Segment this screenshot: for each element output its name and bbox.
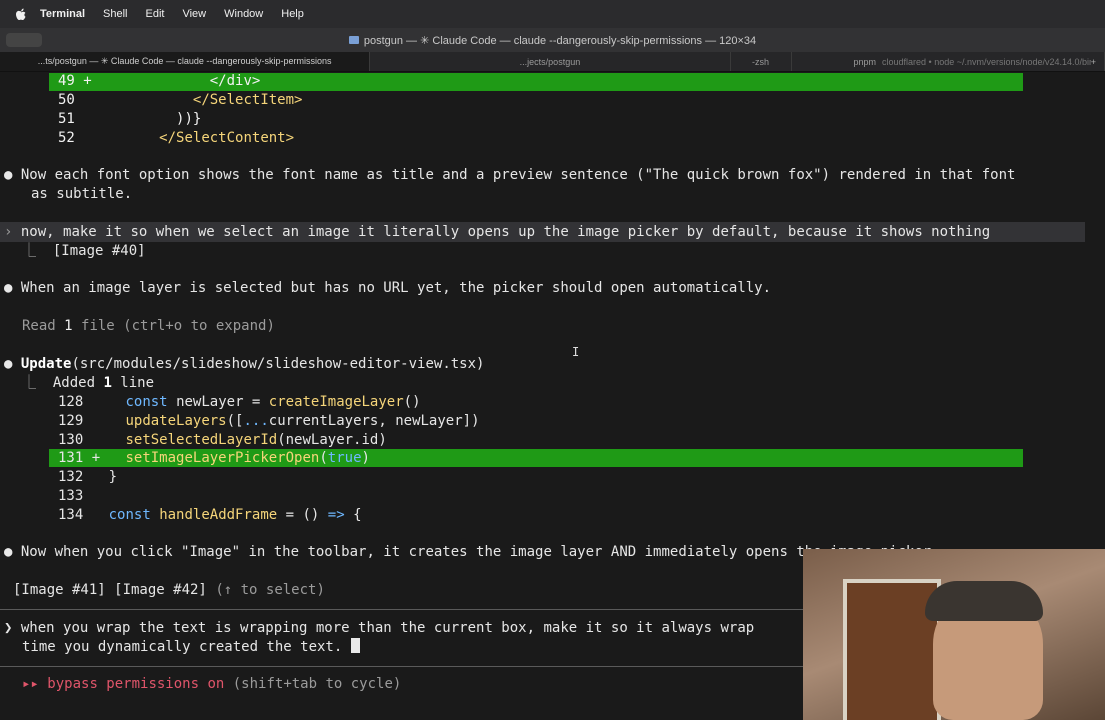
update-tool-call: ● Update(src/modules/slideshow/slideshow… [4,356,485,372]
code-line: 133 [58,488,84,504]
prompt-chevron-icon: › [4,224,13,240]
tree-branch-icon: ⎿ [22,243,36,259]
code-line: 50 </SelectItem> [58,92,303,108]
text-cursor [350,638,360,653]
code-line: 129 updateLayers([...currentLayers, newL… [58,413,480,429]
tab-postgun[interactable]: ...jects/postgun [370,52,731,71]
tab-label: ...ts/postgun — ✳ Claude Code — claude -… [37,56,332,66]
assistant-message: ● When an image layer is selected but ha… [4,280,772,296]
menu-edit[interactable]: Edit [146,8,165,20]
permission-status[interactable]: ▸▸ bypass permissions on (shift+tab to c… [22,675,401,694]
window-title: postgun — ✳ Claude Code — claude --dange… [363,34,757,47]
fast-forward-icon: ▸▸ [22,676,39,692]
bullet-icon: ● [4,544,13,560]
bullet-icon: ● [4,356,13,372]
tab-zsh[interactable]: -zsh [731,52,792,71]
tab-detail: cloudflared • node ~/.nvm/versions/node/… [882,56,1091,67]
ibeam-cursor-icon: I [572,345,580,359]
added-lines-summary: ⎿ Added 1 line [22,375,155,391]
read-files-summary[interactable]: Read 1 file (ctrl+o to expand) [22,317,275,336]
tab-bar: ...ts/postgun — ✳ Claude Code — claude -… [0,52,1105,72]
tab-label: pnpm [853,56,877,67]
menu-help[interactable]: Help [281,8,304,20]
code-line: 51 ))} [58,111,202,127]
code-line: 52 </SelectContent> [58,130,295,146]
webcam-person-cap [925,581,1043,621]
user-attachment: ⎿ [Image #40] [22,243,146,259]
webcam-overlay [803,549,1105,720]
prompt-input-cont[interactable]: time you dynamically created the text. [22,638,360,657]
code-line: 131 + setImageLayerPickerOpen(true) [58,450,370,466]
new-tab-icon[interactable]: + [1091,57,1096,67]
folder-icon [348,36,359,44]
code-line: 134 const handleAddFrame = () => { [58,507,362,523]
assistant-message: ● Now when you click "Image" in the tool… [4,544,940,560]
code-line: 130 setSelectedLayerId(newLayer.id) [58,432,387,448]
tab-pnpm[interactable]: pnpm cloudflared • node ~/.nvm/versions/… [792,52,1105,71]
window-controls[interactable] [6,33,42,47]
assistant-message: ● Now each font option shows the font na… [4,167,1016,183]
window-title-bar[interactable]: postgun — ✳ Claude Code — claude --dange… [0,28,1105,53]
pending-attachments[interactable]: [Image #41] [Image #42] (↑ to select) [13,581,325,600]
menu-window[interactable]: Window [224,8,263,20]
code-line: 128 const newLayer = createImageLayer() [58,394,421,410]
bullet-icon: ● [4,167,13,183]
tab-claude-code[interactable]: ...ts/postgun — ✳ Claude Code — claude -… [0,52,371,71]
code-line: 49 + </div> [58,73,261,89]
user-prompt: › now, make it so when we select an imag… [4,224,991,240]
bullet-icon: ● [4,280,13,296]
tab-label: -zsh [752,56,770,67]
menu-terminal[interactable]: Terminal [40,8,85,20]
menu-shell[interactable]: Shell [103,8,127,20]
prompt-chevron-icon: ❯ [4,620,13,636]
menu-view[interactable]: View [182,8,206,20]
code-line: 132 } [58,469,118,485]
tree-branch-icon: ⎿ [22,375,36,391]
tab-label: ...jects/postgun [519,56,581,67]
apple-icon[interactable] [14,7,28,21]
assistant-message-cont: as subtitle. [31,186,133,202]
macos-menu-bar: Terminal Shell Edit View Window Help [0,0,1105,28]
prompt-input[interactable]: ❯ when you wrap the text is wrapping mor… [4,619,754,638]
